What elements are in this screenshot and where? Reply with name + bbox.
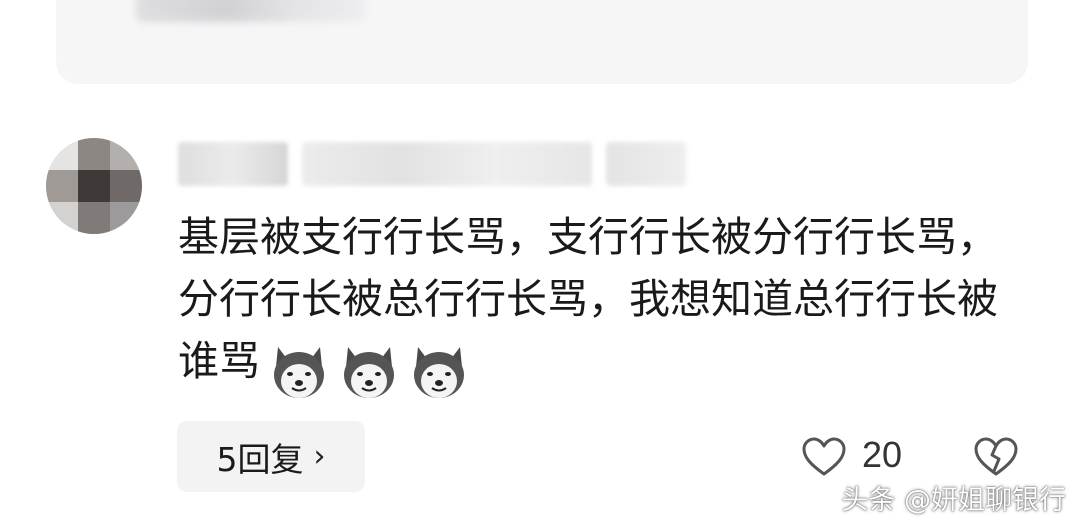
broken-heart-icon[interactable] <box>974 437 1018 477</box>
emoji-row <box>260 338 470 401</box>
watermark: 头条 @妍姐聊银行 <box>841 485 1066 516</box>
like-count: 20 <box>862 434 903 475</box>
view-replies-button[interactable]: 5回复 › <box>177 421 365 492</box>
husky-emoji-icon <box>344 347 394 398</box>
user-meta-blurred <box>302 142 592 186</box>
username-blurred[interactable] <box>178 142 288 186</box>
heart-icon[interactable] <box>802 437 846 477</box>
comment-text: 基层被支行行长骂，支行行长被分行行长骂，分行行长被总行行长骂，我想知道总行行长被… <box>178 206 1018 401</box>
reply-button-label: 5回复 <box>216 439 304 479</box>
user-tag-blurred <box>606 142 686 186</box>
chevron-right-icon: › <box>313 439 326 474</box>
previous-reply-card <box>56 0 1028 84</box>
blurred-text <box>136 0 366 22</box>
husky-emoji-icon <box>414 347 464 398</box>
avatar[interactable] <box>46 138 142 234</box>
husky-emoji-icon <box>274 347 324 398</box>
